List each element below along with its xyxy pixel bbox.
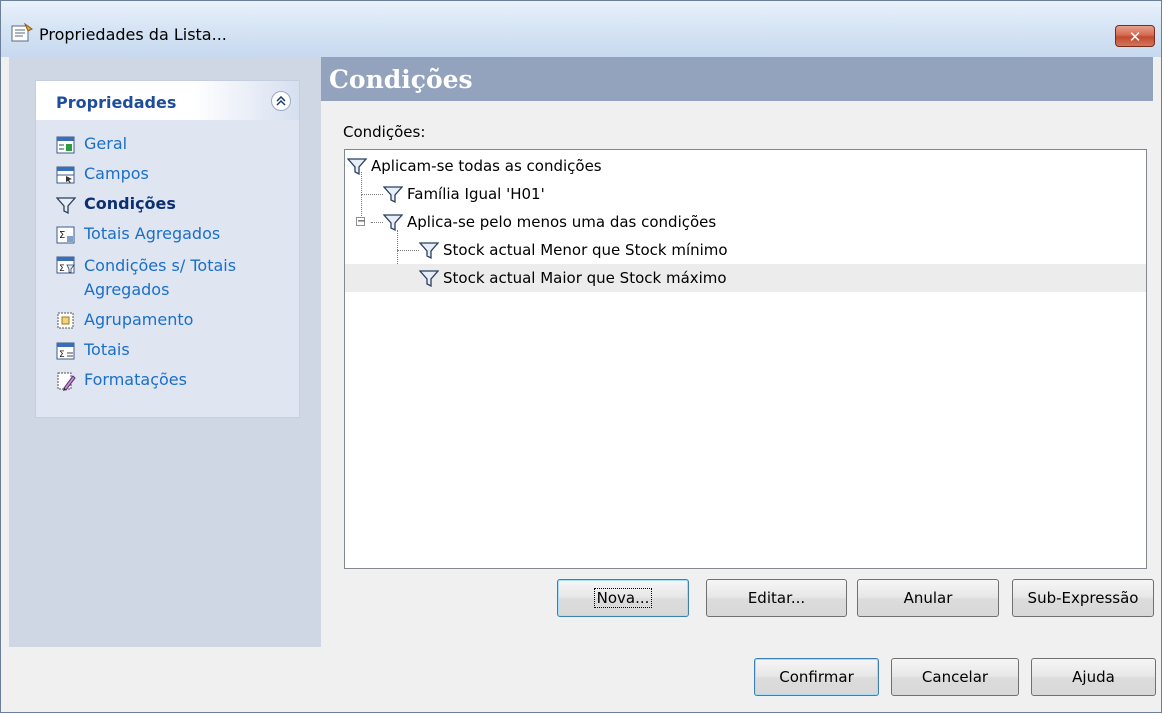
confirm-button-label: Confirmar	[779, 668, 854, 686]
sidebar-item-condicoes-totais-agregados[interactable]: Σ Condições s/ Totais Agregados	[56, 254, 256, 302]
page-title: Condições	[329, 65, 473, 94]
sidebar-item-agrupamento[interactable]: Agrupamento	[56, 310, 193, 331]
sub-expression-button-label: Sub-Expressão	[1027, 589, 1139, 607]
close-button[interactable]: ✕	[1115, 25, 1155, 47]
properties-panel-title: Propriedades	[56, 93, 177, 112]
filter-icon	[383, 186, 403, 204]
tree-node-label: Stock actual Maior que Stock máximo	[443, 269, 727, 287]
confirm-button[interactable]: Confirmar	[754, 658, 879, 696]
delete-button-label: Anular	[903, 589, 953, 607]
title-bar[interactable]: Propriedades da Lista... ✕	[1, 1, 1161, 57]
filter-icon	[56, 197, 76, 215]
tree-node-label: Família Igual 'H01'	[407, 185, 545, 203]
close-icon: ✕	[1128, 28, 1142, 46]
page-header: Condições	[321, 57, 1153, 101]
tree-node-label: Aplica-se pelo menos uma das condições	[407, 213, 717, 231]
sub-expression-button[interactable]: Sub-Expressão	[1012, 579, 1154, 617]
sidebar-item-label: Totais	[84, 340, 130, 359]
collapse-icon[interactable]	[271, 91, 291, 111]
edit-condition-button[interactable]: Editar...	[706, 579, 847, 617]
svg-text:Σ: Σ	[59, 264, 65, 274]
properties-panel-body: Geral Campos Condições Σ Totais Agregado…	[36, 120, 299, 417]
new-button-label: Nova...	[593, 588, 653, 608]
svg-text:Σ: Σ	[59, 350, 65, 360]
fields-icon	[56, 166, 75, 184]
conditions-tree[interactable]: − Aplicam-se todas as condições Família …	[344, 149, 1147, 569]
sidebar-item-condicoes[interactable]: Condições	[56, 194, 176, 215]
filter-icon	[347, 158, 367, 176]
filter-icon	[419, 270, 439, 288]
dialog-client: Propriedades Geral Campos Condições Σ To…	[9, 57, 1156, 704]
conditions-label: Condições:	[343, 123, 426, 141]
help-button[interactable]: Ajuda	[1031, 658, 1156, 696]
sidebar-item-label: Totais Agregados	[84, 224, 221, 243]
properties-panel: Propriedades Geral Campos Condições Σ To…	[35, 80, 300, 418]
sidebar-item-label: Condições	[84, 194, 176, 213]
sidebar: Propriedades Geral Campos Condições Σ To…	[9, 57, 321, 647]
filter-icon	[419, 242, 439, 260]
sidebar-item-label: Agrupamento	[84, 310, 194, 329]
delete-condition-button[interactable]: Anular	[857, 579, 999, 617]
sidebar-item-label: Geral	[84, 134, 128, 153]
tree-node-or-group[interactable]: Aplica-se pelo menos uma das condições	[345, 208, 1146, 236]
sidebar-item-geral[interactable]: Geral	[56, 134, 127, 155]
dialog-window: Propriedades da Lista... ✕ Propriedades	[0, 0, 1162, 713]
help-button-label: Ajuda	[1072, 668, 1115, 686]
new-condition-button[interactable]: Nova...	[557, 579, 689, 617]
sidebar-item-label: Formatações	[84, 370, 187, 389]
aggregate-totals-icon: Σ	[56, 226, 75, 244]
properties-panel-header[interactable]: Propriedades	[36, 81, 299, 120]
window-title: Propriedades da Lista...	[39, 25, 227, 44]
sidebar-item-campos[interactable]: Campos	[56, 164, 149, 185]
cancel-button[interactable]: Cancelar	[891, 658, 1019, 696]
filter-icon	[383, 214, 403, 232]
tree-node-label: Aplicam-se todas as condições	[371, 157, 602, 175]
aggregate-conditions-icon: Σ	[56, 256, 75, 274]
tree-node-root[interactable]: Aplicam-se todas as condições	[345, 152, 1146, 180]
cancel-button-label: Cancelar	[921, 668, 989, 686]
tree-node-familia[interactable]: Família Igual 'H01'	[345, 180, 1146, 208]
sidebar-item-formatacoes[interactable]: Formatações	[56, 370, 187, 391]
tree-node-label: Stock actual Menor que Stock mínimo	[443, 241, 728, 259]
svg-text:Σ: Σ	[59, 230, 65, 241]
grouping-icon	[57, 312, 74, 329]
tree-node-stock-menor[interactable]: Stock actual Menor que Stock mínimo	[345, 236, 1146, 264]
totals-icon: Σ	[56, 342, 75, 360]
tree-node-stock-maior[interactable]: Stock actual Maior que Stock máximo	[345, 264, 1146, 292]
edit-button-label: Editar...	[747, 589, 806, 607]
sidebar-item-totais[interactable]: Σ Totais	[56, 340, 130, 361]
sidebar-item-label: Condições s/ Totais Agregados	[84, 256, 237, 299]
sidebar-item-totais-agregados[interactable]: Σ Totais Agregados	[56, 224, 220, 245]
sidebar-item-label: Campos	[84, 164, 149, 183]
list-properties-icon	[11, 23, 33, 42]
general-icon	[56, 136, 75, 154]
formatting-icon	[57, 372, 76, 391]
